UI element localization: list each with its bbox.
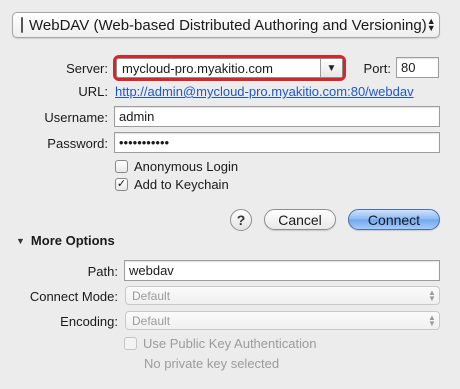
public-key-checkbox[interactable] — [124, 337, 137, 350]
connect-mode-value: Default — [132, 288, 171, 303]
protocol-popup[interactable]: WebDAV (Web-based Distributed Authoring … — [12, 12, 440, 38]
network-drive-icon — [21, 17, 23, 33]
anonymous-login-checkbox[interactable] — [115, 160, 128, 173]
password-field[interactable]: ••••••••••• — [114, 132, 440, 153]
username-field[interactable]: admin — [114, 106, 440, 127]
port-field[interactable]: 80 — [396, 57, 439, 78]
disclosure-triangle-icon[interactable]: ▼ — [16, 236, 25, 246]
private-key-status: No private key selected — [144, 356, 280, 371]
port-label: Port: — [363, 61, 391, 76]
protocol-label: WebDAV (Web-based Distributed Authoring … — [29, 16, 427, 34]
connect-mode-label: Connect Mode: — [29, 289, 118, 304]
public-key-label: Use Public Key Authentication — [143, 336, 317, 351]
url-label: URL: — [78, 84, 108, 99]
encoding-label: Encoding: — [60, 314, 118, 329]
anonymous-login-option[interactable]: Anonymous Login — [115, 159, 238, 174]
connect-button[interactable]: Connect — [348, 209, 440, 230]
username-label: Username: — [44, 110, 108, 125]
encoding-popup[interactable]: Default ▲ ▼ — [125, 311, 440, 330]
help-button[interactable]: ? — [230, 209, 252, 231]
chevron-down-icon[interactable]: ▼ — [320, 59, 342, 77]
encoding-value: Default — [132, 313, 171, 328]
updown-arrows-icon: ▲ ▼ — [428, 312, 436, 328]
anonymous-login-label: Anonymous Login — [134, 159, 239, 174]
password-label: Password: — [47, 136, 108, 151]
keychain-option[interactable]: ✓ Add to Keychain — [115, 177, 229, 192]
keychain-label: Add to Keychain — [134, 177, 229, 192]
server-label: Server: — [66, 61, 108, 76]
url-link[interactable]: http://admin@mycloud-pro.myakitio.com:80… — [115, 84, 414, 99]
updown-arrows-icon: ▲ ▼ — [426, 16, 436, 33]
more-options-title: More Options — [30, 233, 115, 248]
public-key-option[interactable]: Use Public Key Authentication — [124, 336, 316, 351]
cancel-button[interactable]: Cancel — [264, 209, 336, 230]
path-field[interactable]: webdav — [124, 260, 440, 281]
server-value[interactable]: mycloud-pro.myakitio.com — [117, 61, 320, 76]
checkmark-icon: ✓ — [116, 178, 127, 190]
path-label: Path: — [87, 264, 118, 279]
more-options-disclosure[interactable]: ▼ More Options — [16, 233, 115, 248]
updown-arrows-icon: ▲ ▼ — [428, 287, 436, 303]
server-combobox[interactable]: mycloud-pro.myakitio.com ▼ — [116, 58, 343, 78]
keychain-checkbox[interactable]: ✓ — [115, 178, 128, 191]
connect-mode-popup[interactable]: Default ▲ ▼ — [125, 286, 440, 305]
